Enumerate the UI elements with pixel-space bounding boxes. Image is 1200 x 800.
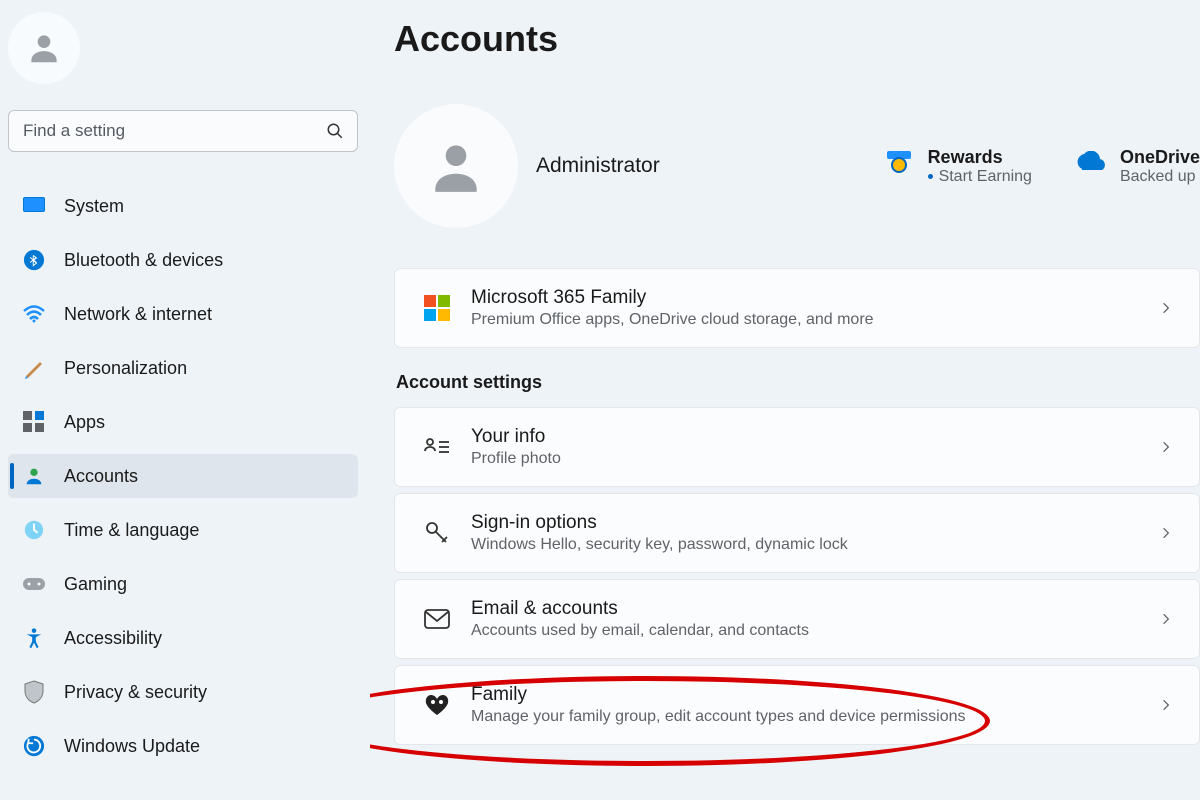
sidebar-item-time-language[interactable]: Time & language xyxy=(8,508,358,552)
sidebar-item-personalization[interactable]: Personalization xyxy=(8,346,358,390)
mail-icon xyxy=(421,609,453,629)
card-sub: Profile photo xyxy=(471,450,1151,468)
card-title: Sign-in options xyxy=(471,512,1151,534)
chevron-right-icon xyxy=(1159,698,1173,712)
card-sub: Premium Office apps, OneDrive cloud stor… xyxy=(471,311,1151,329)
people-list-icon xyxy=(421,436,453,458)
wifi-icon xyxy=(22,302,46,326)
card-signin-options[interactable]: Sign-in options Windows Hello, security … xyxy=(394,493,1200,573)
sidebar-item-label: Bluetooth & devices xyxy=(64,250,223,271)
sidebar-item-label: Network & internet xyxy=(64,304,212,325)
page-title: Accounts xyxy=(394,18,1200,60)
sidebar-item-network[interactable]: Network & internet xyxy=(8,292,358,336)
person-icon xyxy=(425,135,487,197)
sidebar-item-label: Accessibility xyxy=(64,628,162,649)
sidebar-avatar[interactable] xyxy=(8,12,80,84)
bluetooth-icon xyxy=(22,248,46,272)
card-title: Microsoft 365 Family xyxy=(471,287,1151,309)
sidebar-item-system[interactable]: System xyxy=(8,184,358,228)
sidebar-item-label: System xyxy=(64,196,124,217)
sidebar-item-accessibility[interactable]: Accessibility xyxy=(8,616,358,660)
sidebar-item-label: Personalization xyxy=(64,358,187,379)
accessibility-icon xyxy=(22,626,46,650)
search-input[interactable] xyxy=(8,110,358,152)
rewards-sub: Start Earning xyxy=(939,168,1032,186)
card-email-accounts[interactable]: Email & accounts Accounts used by email,… xyxy=(394,579,1200,659)
search-icon xyxy=(326,122,344,140)
key-icon xyxy=(421,520,453,546)
rewards-tile[interactable]: Rewards Start Earning xyxy=(884,147,1032,186)
onedrive-tile[interactable]: OneDrive Backed up xyxy=(1072,147,1200,186)
account-header: Administrator Rewards Start Earning OneD… xyxy=(394,104,1200,228)
apps-icon xyxy=(22,410,46,434)
person-badge-icon xyxy=(22,464,46,488)
main-content: Accounts Administrator Rewards Start Ear… xyxy=(370,0,1200,800)
microsoft-logo-icon xyxy=(424,295,450,321)
card-title: Email & accounts xyxy=(471,598,1151,620)
sidebar-item-label: Accounts xyxy=(64,466,138,487)
chevron-right-icon xyxy=(1159,612,1173,626)
sidebar-item-accounts[interactable]: Accounts xyxy=(8,454,358,498)
sidebar-item-label: Privacy & security xyxy=(64,682,207,703)
update-icon xyxy=(22,734,46,758)
sidebar-item-apps[interactable]: Apps xyxy=(8,400,358,444)
card-title: Family xyxy=(471,684,1151,706)
onedrive-title: OneDrive xyxy=(1120,147,1200,168)
sidebar-item-windows-update[interactable]: Windows Update xyxy=(8,724,358,768)
rewards-title: Rewards xyxy=(928,147,1032,168)
sidebar-item-bluetooth[interactable]: Bluetooth & devices xyxy=(8,238,358,282)
card-family[interactable]: Family Manage your family group, edit ac… xyxy=(394,665,1200,745)
card-title: Your info xyxy=(471,426,1151,448)
sidebar-item-label: Gaming xyxy=(64,574,127,595)
card-sub: Windows Hello, security key, password, d… xyxy=(471,536,1151,554)
chevron-right-icon xyxy=(1159,301,1173,315)
globe-clock-icon xyxy=(22,518,46,542)
account-username: Administrator xyxy=(536,154,660,178)
sidebar-item-privacy[interactable]: Privacy & security xyxy=(8,670,358,714)
cloud-icon xyxy=(1072,151,1106,173)
family-heart-icon xyxy=(421,693,453,717)
shield-icon xyxy=(22,680,46,704)
account-avatar[interactable] xyxy=(394,104,518,228)
card-sub: Accounts used by email, calendar, and co… xyxy=(471,622,1151,640)
section-label-account-settings: Account settings xyxy=(396,372,1200,393)
sidebar: System Bluetooth & devices Network & int… xyxy=(0,0,370,800)
sidebar-item-gaming[interactable]: Gaming xyxy=(8,562,358,606)
gamepad-icon xyxy=(22,572,46,596)
search-container xyxy=(8,110,358,152)
sidebar-item-label: Windows Update xyxy=(64,736,200,757)
bullet-icon xyxy=(928,174,933,179)
chevron-right-icon xyxy=(1159,526,1173,540)
onedrive-sub: Backed up xyxy=(1120,168,1196,186)
display-icon xyxy=(22,194,46,218)
person-icon xyxy=(25,29,63,67)
paintbrush-icon xyxy=(22,356,46,380)
card-sub: Manage your family group, edit account t… xyxy=(471,708,1151,726)
card-m365[interactable]: Microsoft 365 Family Premium Office apps… xyxy=(394,268,1200,348)
sidebar-nav: System Bluetooth & devices Network & int… xyxy=(8,184,358,776)
chevron-right-icon xyxy=(1159,440,1173,454)
card-your-info[interactable]: Your info Profile photo xyxy=(394,407,1200,487)
sidebar-item-label: Apps xyxy=(64,412,105,433)
sidebar-item-label: Time & language xyxy=(64,520,199,541)
rewards-icon xyxy=(884,147,914,177)
